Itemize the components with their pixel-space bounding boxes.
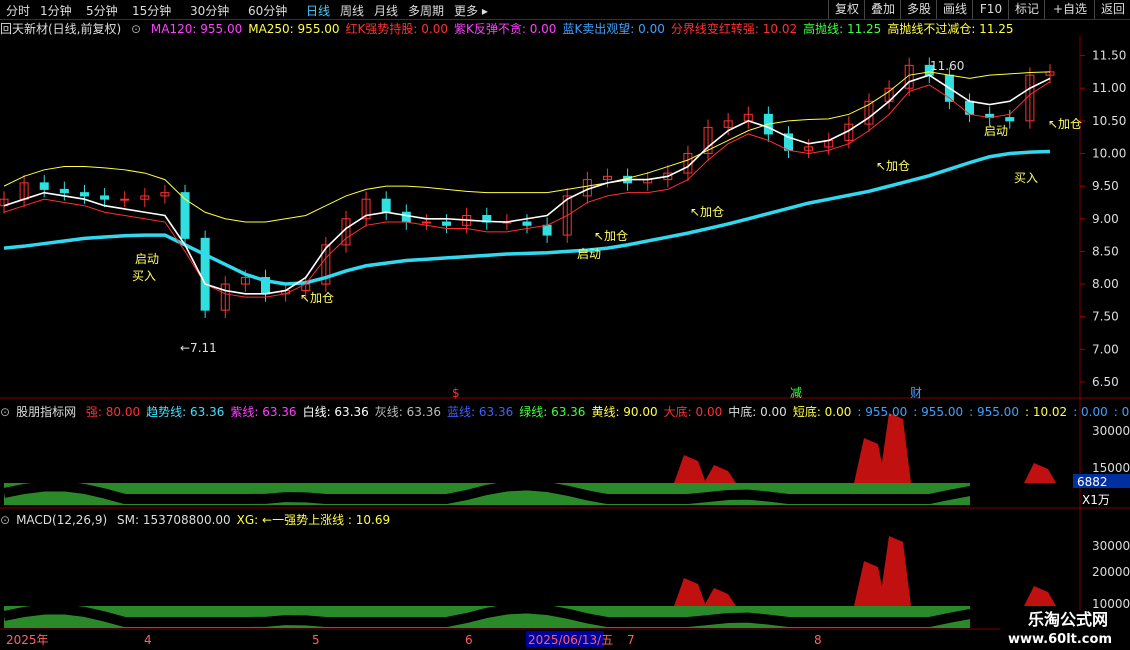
y-tick-label: 8.50 bbox=[1092, 244, 1119, 258]
candle-body bbox=[1005, 117, 1015, 122]
watermark: 乐淘公式网 www.60lt.com bbox=[1000, 610, 1130, 650]
stock-chart[interactable]: 11.50 11.00 10.50 10.00 9.50 9.00 8.50 8.00 7.50… bbox=[0, 0, 1130, 650]
candle-body bbox=[421, 221, 431, 224]
high-price-label: 11.60 bbox=[930, 59, 964, 73]
y-tick-label: 10.50 bbox=[1092, 114, 1126, 128]
indicator2-item-0: SM: 153708800.00 bbox=[117, 513, 231, 527]
add-label-4: ↖加仓 bbox=[1048, 117, 1082, 131]
candle-body bbox=[79, 192, 89, 197]
indicator1-item-0: 强: 80.00 bbox=[85, 405, 141, 419]
x-axis-label-2: 5 bbox=[312, 633, 320, 647]
y-tick-label: 9.00 bbox=[1092, 212, 1119, 226]
watermark-title: 乐淘公式网 bbox=[1027, 610, 1108, 629]
indicator1-item-15: : 0.00 bbox=[1073, 405, 1108, 419]
event-marker-1: $ bbox=[452, 386, 460, 400]
x-axis-label-5: 7 bbox=[627, 633, 635, 647]
add-label-2: ↖加仓 bbox=[690, 205, 724, 219]
y-tick-label: 9.50 bbox=[1092, 179, 1119, 193]
x-axis-label-0: 2025年 bbox=[6, 633, 49, 647]
buy-label-2: 买入 bbox=[1014, 171, 1038, 185]
candle-body bbox=[120, 198, 130, 201]
candle-body bbox=[39, 182, 49, 190]
indicator1-item-4: 灰线: 63.36 bbox=[374, 405, 441, 419]
indicator1-item-9: 中底: 0.00 bbox=[728, 405, 787, 419]
add-label-3: ↖加仓 bbox=[876, 159, 910, 173]
indicator2-red-peak-4 bbox=[1024, 586, 1056, 606]
y-tick-label: 6.50 bbox=[1092, 375, 1119, 389]
x-axis-label-3: 6 bbox=[465, 633, 473, 647]
indicator1-item-16: : 0.00 bbox=[1113, 405, 1130, 419]
buy-label-1: 买入 bbox=[132, 269, 156, 283]
indicator1-item-11: : 955.00 bbox=[857, 405, 908, 419]
indicator1-item-6: 绿线: 63.36 bbox=[519, 405, 586, 419]
y-tick-label: 11.50 bbox=[1092, 49, 1126, 63]
ind2-y-tick: 20000 bbox=[1092, 565, 1130, 579]
x-axis-label-6: 8 bbox=[814, 633, 822, 647]
indicator2-red-peak-0 bbox=[674, 578, 706, 606]
y-tick-label: 11.00 bbox=[1092, 81, 1126, 95]
indicator1-item-2: 紫线: 63.36 bbox=[230, 405, 297, 419]
candle-body bbox=[200, 237, 210, 311]
indicator1-item-12: : 955.00 bbox=[913, 405, 964, 419]
indicator1-item-13: : 955.00 bbox=[969, 405, 1019, 419]
indicator1-info: ⊙ 股朋指标网 强: 80.00 趋势线: 63.36 紫线: 63.36 白线: 63… bbox=[0, 403, 1130, 419]
indicator1-red-peak-3 bbox=[879, 413, 911, 483]
indicator1-item-7: 黄线: 90.00 bbox=[591, 405, 658, 419]
ind1-scale-label: X1万 bbox=[1082, 493, 1110, 507]
event-marker-2: 减 bbox=[790, 386, 802, 400]
x-axis-label-4: 2025/06/13/五 bbox=[528, 633, 613, 647]
indicator1-item-1: 趋势线: 63.36 bbox=[146, 405, 225, 419]
indicator1-item-10: 短底: 0.00 bbox=[792, 405, 852, 419]
ind2-y-tick: 30000 bbox=[1092, 539, 1130, 553]
low-price-label: ←7.11 bbox=[180, 341, 217, 355]
indicator1-red-peak-0 bbox=[674, 455, 706, 483]
start-label-3: 启动 bbox=[984, 124, 1008, 138]
indicator1-item-5: 蓝线: 63.36 bbox=[447, 405, 514, 419]
x-axis-label-1: 4 bbox=[144, 633, 152, 647]
candle-body bbox=[381, 198, 391, 213]
indicator2-name: MACD(12,26,9) bbox=[16, 513, 108, 527]
candle-body bbox=[59, 188, 69, 194]
y-tick-label: 7.00 bbox=[1092, 342, 1119, 356]
start-label-1: 启动 bbox=[135, 252, 159, 266]
ind1-y-tick: 30000 bbox=[1092, 424, 1130, 438]
y-tick-label: 8.00 bbox=[1092, 277, 1119, 291]
series-line-2 bbox=[3, 81, 1051, 298]
y-tick-label: 10.00 bbox=[1092, 146, 1126, 160]
start-label-2: 启动 bbox=[577, 247, 601, 261]
candle-body bbox=[522, 221, 532, 226]
candle-body bbox=[100, 195, 110, 200]
indicator1-name: 股朋指标网 bbox=[16, 405, 77, 419]
add-label-1: ↖加仓 bbox=[594, 229, 628, 243]
settings-icon-2[interactable]: ⊙ bbox=[0, 513, 10, 527]
indicator2-red-peak-3 bbox=[879, 536, 911, 606]
indicator1-item-14: : 10.02 bbox=[1024, 405, 1068, 419]
y-tick-label: 7.50 bbox=[1092, 310, 1119, 324]
ind1-y-tick: 15000 bbox=[1092, 461, 1130, 475]
indicator1-item-8: 大底: 0.00 bbox=[663, 405, 723, 419]
indicator1-red-peak-4 bbox=[1024, 463, 1056, 483]
indicator2-red-peak-1 bbox=[704, 588, 736, 606]
candle-body bbox=[401, 211, 411, 223]
indicator1-item-3: 白线: 63.36 bbox=[302, 405, 369, 419]
ind1-value-label: 6882 bbox=[1077, 475, 1108, 489]
indicator2-item-1: XG: ←一强势上涨线 : 10.69 bbox=[236, 513, 391, 527]
candle-body bbox=[442, 221, 452, 226]
candle-body bbox=[542, 224, 552, 236]
settings-icon[interactable]: ⊙ bbox=[0, 405, 10, 419]
event-marker-3: 财 bbox=[910, 386, 922, 400]
indicator1-red-peak-1 bbox=[704, 465, 736, 483]
add-label-0: ↖加仓 bbox=[300, 291, 334, 305]
indicator2-info: ⊙ MACD(12,26,9) SM: 153708800.00 XG: ←一强势上… bbox=[0, 511, 402, 527]
watermark-url: www.60lt.com bbox=[1007, 632, 1112, 647]
